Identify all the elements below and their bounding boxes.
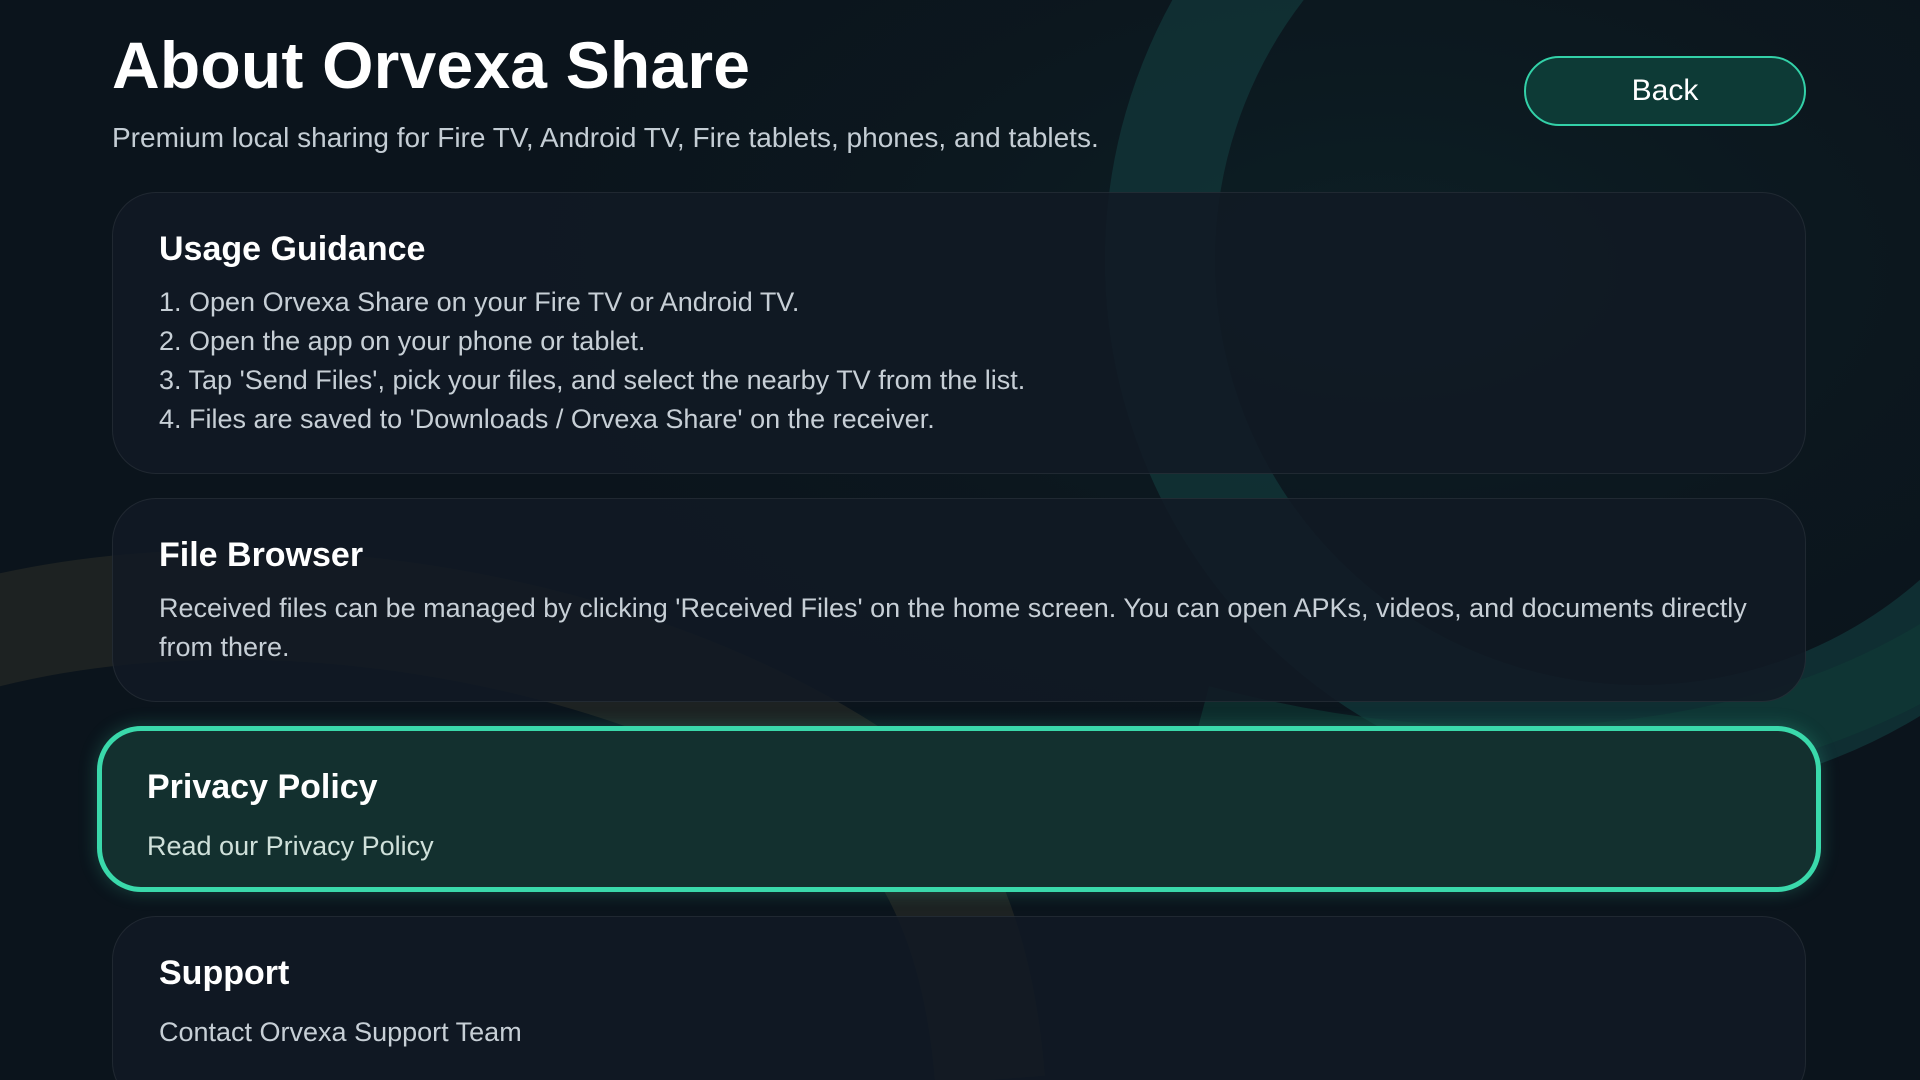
usage-guidance-card[interactable]: Usage Guidance 1. Open Orvexa Share on y… (112, 192, 1806, 474)
usage-step: 1. Open Orvexa Share on your Fire TV or … (159, 287, 800, 317)
usage-step: 4. Files are saved to 'Downloads / Orvex… (159, 404, 935, 434)
card-body: Contact Orvexa Support Team (159, 1017, 522, 1047)
back-button[interactable]: Back (1524, 56, 1806, 126)
file-browser-card[interactable]: File Browser Received files can be manag… (112, 498, 1806, 702)
card-title: Support (159, 954, 290, 992)
card-title: Privacy Policy (147, 768, 378, 806)
card-title: File Browser (159, 536, 364, 574)
page-subtitle: Premium local sharing for Fire TV, Andro… (112, 122, 1099, 153)
support-card[interactable]: Support Contact Orvexa Support Team (112, 916, 1806, 1080)
card-body: Read our Privacy Policy (147, 831, 434, 861)
about-screen: About Orvexa Share Premium local sharing… (0, 0, 1920, 1080)
usage-step: 3. Tap 'Send Files', pick your files, an… (159, 365, 1026, 395)
usage-steps-list: 1. Open Orvexa Share on your Fire TV or … (159, 283, 1759, 439)
card-title: Usage Guidance (159, 230, 426, 268)
usage-step: 2. Open the app on your phone or tablet. (159, 326, 646, 356)
privacy-policy-card[interactable]: Privacy Policy Read our Privacy Policy (97, 726, 1821, 892)
page-title: About Orvexa Share (112, 28, 751, 102)
card-body: Received files can be managed by clickin… (159, 593, 1747, 662)
